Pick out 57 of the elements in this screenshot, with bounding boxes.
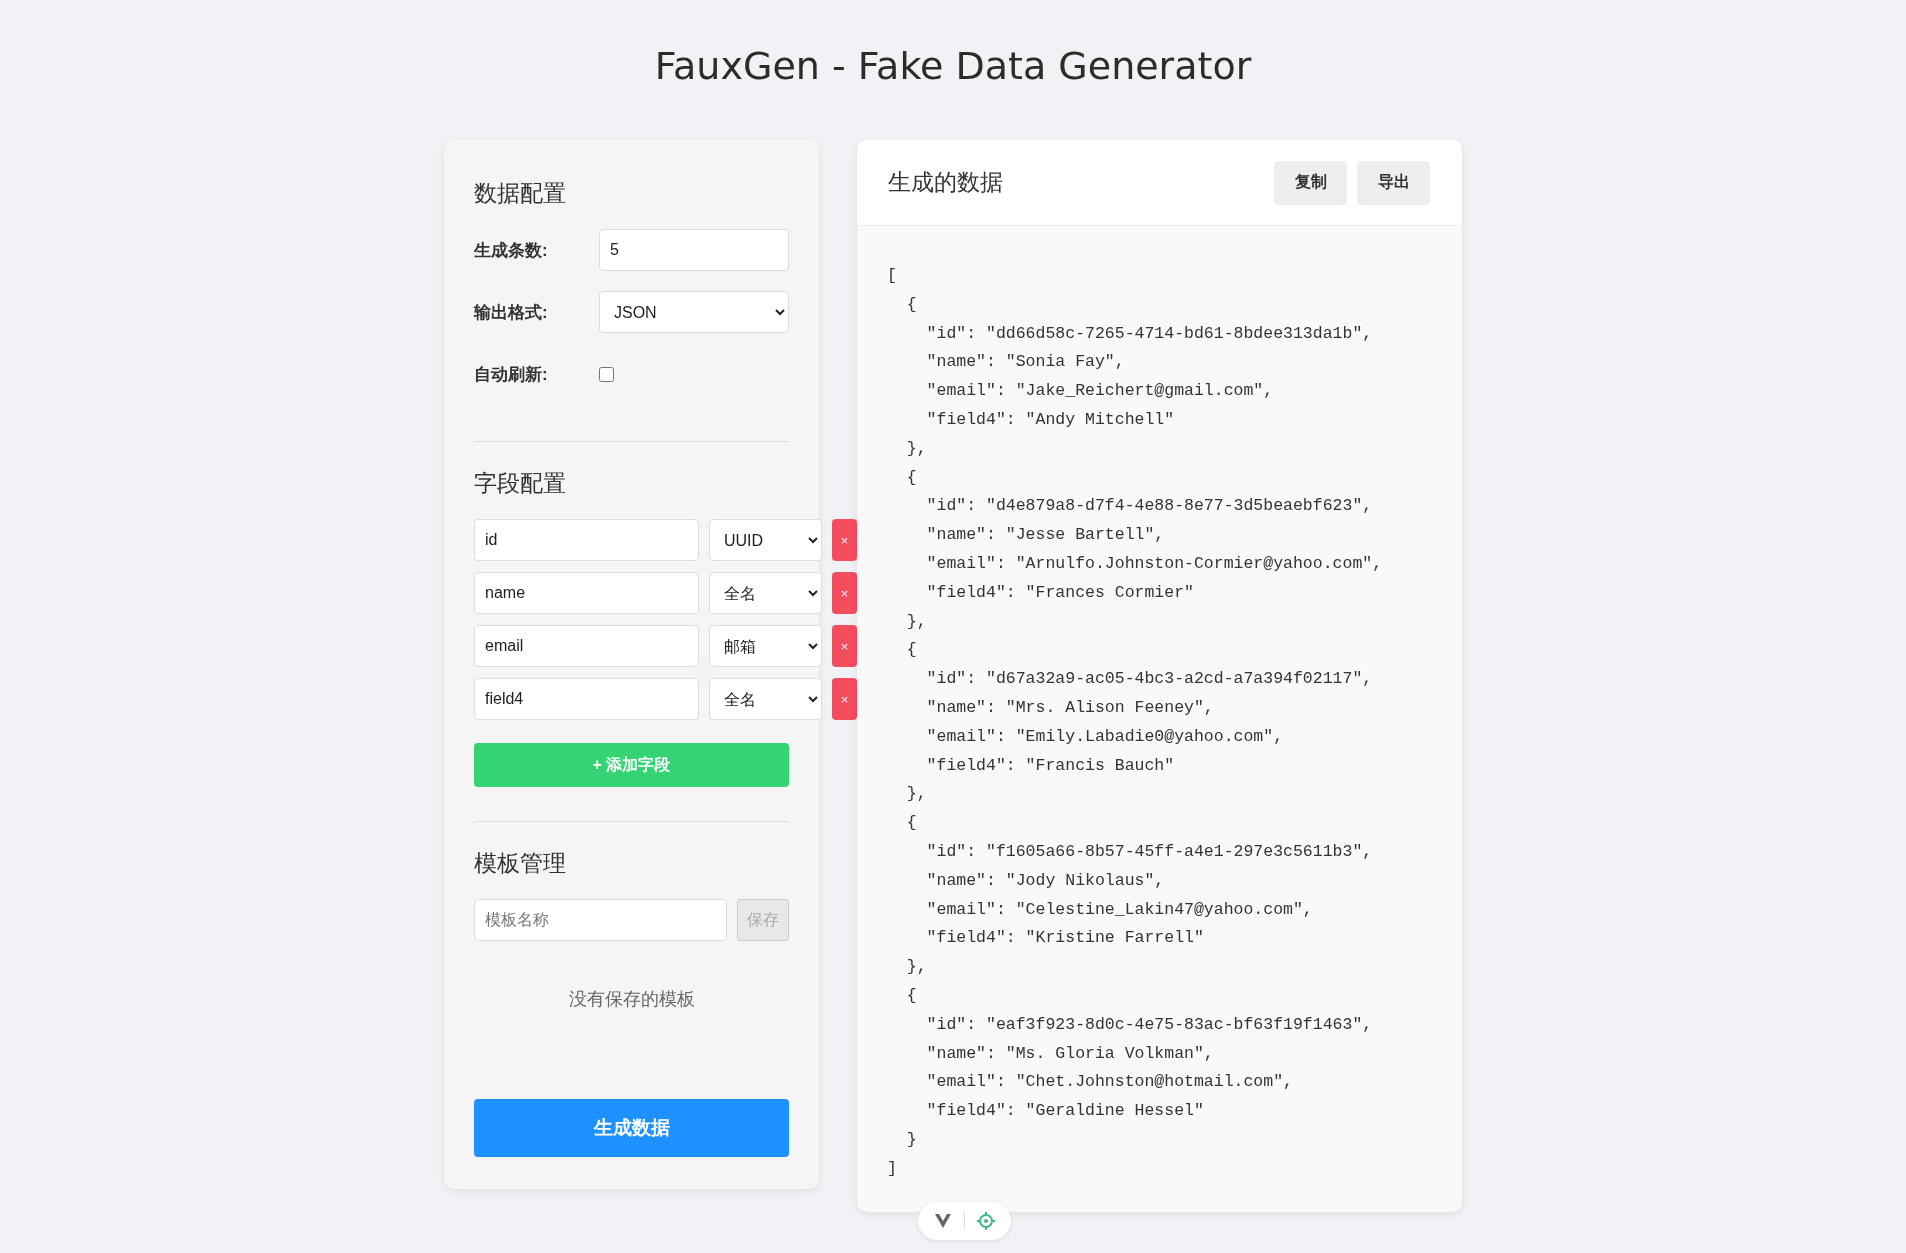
- code-line: },: [905, 610, 928, 633]
- code-line: "email": "Jake_Reichert@gmail.com",: [925, 380, 1275, 403]
- section-heading: 字段配置: [474, 469, 567, 498]
- code-line: "id": "eaf3f923-8d0c-4e75-83ac-bf63f19f1463",: [925, 1013, 1374, 1036]
- code-line: "name": "Ms. Gloria Volkman",: [925, 1042, 1215, 1065]
- auto-refresh-checkbox[interactable]: [599, 366, 614, 382]
- template-name-input[interactable]: 模板名称: [474, 899, 727, 941]
- count-input[interactable]: 5: [599, 229, 789, 271]
- code-line: "name": "Sonia Fay",: [925, 351, 1126, 374]
- output-title: 生成的数据: [888, 168, 1003, 197]
- page-title: FauxGen - Fake Data Generator: [653, 43, 1253, 88]
- field-type-select[interactable]: 邮箱: [709, 625, 822, 667]
- field-type-select[interactable]: 全名: [709, 572, 822, 614]
- code-line: },: [905, 783, 928, 806]
- toolbar-button[interactable]: 复制: [1274, 160, 1347, 205]
- code-line: ]: [887, 1157, 898, 1180]
- code-line: "field4": "Frances Cormier": [925, 581, 1195, 604]
- code-line: {: [905, 812, 918, 835]
- code-line: "name": "Mrs. Alison Feeney",: [925, 696, 1215, 719]
- code-line: "name": "Jody Nikolaus",: [925, 869, 1166, 892]
- code-line: "id": "d67a32a9-ac05-4bc3-a2cd-a7a394f02117",: [925, 668, 1374, 691]
- code-line: "field4": "Andy Mitchell": [925, 409, 1176, 431]
- code-line: "id": "d4e879a8-d7f4-4e88-8e77-3d5beaebf623",: [925, 495, 1374, 518]
- triangle-icon[interactable]: [934, 1213, 952, 1229]
- format-select[interactable]: JSON: [599, 291, 789, 333]
- code-line: "id": "f1605a66-8b57-45ff-a4e1-297e3c5611b3",: [925, 840, 1374, 863]
- field-name-input[interactable]: id: [474, 519, 699, 561]
- code-line: "id": "dd66d58c-7265-4714-bd61-8bdee313da1b",: [925, 322, 1374, 345]
- field-label: 输出格式:: [474, 301, 549, 324]
- field-name-input[interactable]: name: [474, 572, 699, 614]
- code-line: "field4": "Geraldine Hessel": [925, 1100, 1205, 1123]
- code-line: }: [905, 1128, 918, 1151]
- code-line: [: [887, 265, 898, 287]
- code-line: "email": "Emily.Labadie0@yahoo.com",: [925, 725, 1285, 748]
- code-line: "field4": "Kristine Farrell": [925, 927, 1205, 950]
- code-line: {: [905, 466, 918, 489]
- code-line: {: [905, 984, 918, 1007]
- code-line: "name": "Jesse Bartell",: [925, 524, 1166, 547]
- code-line: "email": "Chet.Johnston@hotmail.com",: [925, 1071, 1294, 1094]
- code-line: },: [905, 956, 928, 979]
- section-heading: 模板管理: [474, 849, 567, 878]
- field-type-select[interactable]: UUID: [709, 519, 822, 561]
- code-line: "email": "Celestine_Lakin47@yahoo.com",: [925, 898, 1314, 921]
- field-label: 自动刷新:: [474, 363, 549, 386]
- empty-message: 没有保存的模板: [567, 988, 696, 1011]
- target-icon[interactable]: [977, 1212, 995, 1230]
- code-line: },: [905, 437, 928, 460]
- code-line: {: [905, 293, 918, 316]
- code-line: "field4": "Francis Bauch": [925, 754, 1176, 777]
- code-line: "email": "Arnulfo.Johnston-Cormier@yahoo.com",: [925, 552, 1384, 575]
- field-label: 生成条数:: [474, 239, 549, 262]
- field-name-input[interactable]: field4: [474, 678, 699, 720]
- field-type-select[interactable]: 全名: [709, 678, 822, 720]
- section-heading: 数据配置: [474, 179, 567, 208]
- field-name-input[interactable]: email: [474, 625, 699, 667]
- code-line: {: [905, 639, 918, 662]
- toolbar-button[interactable]: 导出: [1357, 160, 1430, 205]
